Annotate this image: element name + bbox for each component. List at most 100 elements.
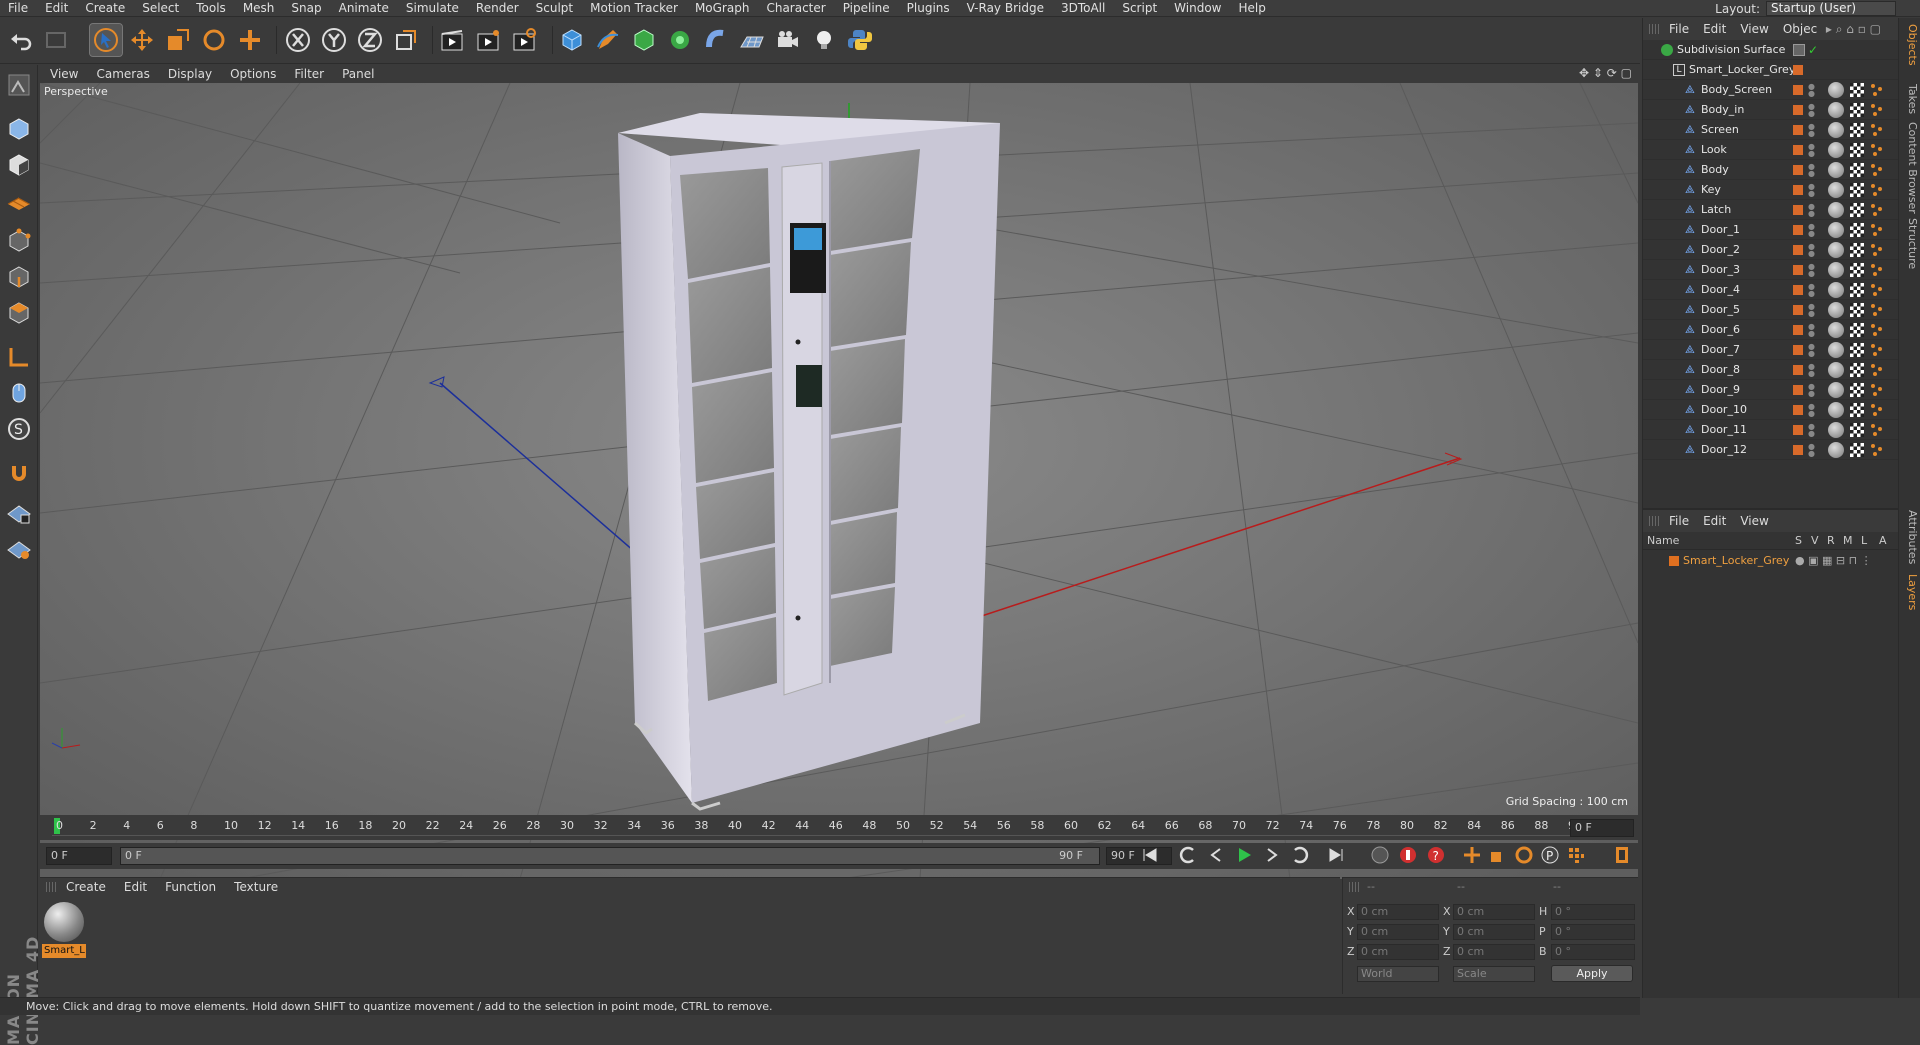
light-button[interactable] xyxy=(808,24,840,56)
tab-takes[interactable]: Takes xyxy=(1901,84,1919,114)
material-tag-icon[interactable] xyxy=(1828,222,1844,238)
object-row[interactable]: ⟁ Door_10 ● ● xyxy=(1643,400,1899,420)
menu-help[interactable]: Help xyxy=(1230,0,1274,17)
tab-objects[interactable]: Objects xyxy=(1901,24,1919,66)
y-axis-button[interactable] xyxy=(318,24,350,56)
layout-dropdown[interactable]: Startup (User) xyxy=(1766,1,1896,16)
visibility-dots-icon[interactable]: ● ● xyxy=(1808,363,1815,378)
texture-tag-icon[interactable] xyxy=(1850,303,1864,317)
axis-mode-button[interactable] xyxy=(3,341,35,373)
viewport-menu-options[interactable]: Options xyxy=(230,67,276,81)
key-position-button[interactable] xyxy=(1460,843,1484,867)
objects-menu-file[interactable]: File xyxy=(1669,22,1689,36)
polygons-mode-button[interactable] xyxy=(3,297,35,329)
visibility-dots-icon[interactable]: ● ● xyxy=(1808,343,1815,358)
viewport-nav-icons[interactable]: ✥ ⇕ ⟳ ▢ xyxy=(1579,66,1632,80)
redo-button[interactable] xyxy=(40,24,72,56)
material-tag-icon[interactable] xyxy=(1828,322,1844,338)
visibility-dots-icon[interactable]: ● ● xyxy=(1808,163,1815,178)
uvw-tag-icon[interactable] xyxy=(1870,363,1884,377)
render-to-picture-viewer-button[interactable] xyxy=(472,24,504,56)
visibility-dots-icon[interactable]: ● ● xyxy=(1808,323,1815,338)
menu-3dtoall[interactable]: 3DToAll xyxy=(1053,0,1114,17)
workplane-mode-button[interactable] xyxy=(3,185,35,217)
next-frame-button[interactable] xyxy=(1260,843,1284,867)
uvw-tag-icon[interactable] xyxy=(1870,203,1884,217)
object-row[interactable]: ⟁ Body_in ● ● xyxy=(1643,100,1899,120)
points-mode-button[interactable] xyxy=(3,225,35,257)
move-tool-button[interactable] xyxy=(126,24,158,56)
viewport-menu-view[interactable]: View xyxy=(50,67,78,81)
texture-tag-icon[interactable] xyxy=(1850,143,1864,157)
menu-render[interactable]: Render xyxy=(468,0,528,17)
pos-y-field[interactable]: 0 cm xyxy=(1357,924,1439,940)
object-row[interactable]: ⟁ Screen ● ● xyxy=(1643,120,1899,140)
visibility-dots-icon[interactable]: ● ● xyxy=(1808,123,1815,138)
object-row[interactable]: ⟁ Latch ● ● xyxy=(1643,200,1899,220)
object-row[interactable]: ⟁ Body_Screen ● ● xyxy=(1643,80,1899,100)
object-row[interactable]: ⟁ Door_5 ● ● xyxy=(1643,300,1899,320)
magnet-button[interactable] xyxy=(3,457,35,489)
key-parameter-button[interactable]: P xyxy=(1538,843,1562,867)
cloner-button[interactable] xyxy=(664,24,696,56)
select-tool-button[interactable] xyxy=(89,23,123,57)
tweak-mode-button[interactable] xyxy=(3,377,35,409)
object-row[interactable]: ⟁ Door_9 ● ● xyxy=(1643,380,1899,400)
material-tag-icon[interactable] xyxy=(1828,242,1844,258)
object-row[interactable]: ⟁ Door_12 ● ● xyxy=(1643,440,1899,460)
uvw-tag-icon[interactable] xyxy=(1870,103,1884,117)
texture-tag-icon[interactable] xyxy=(1850,363,1864,377)
layer-row[interactable]: Smart_Locker_Grey ● ▣ ▦ ⊟ ⊓ ⋮ xyxy=(1643,552,1899,570)
material-menu-texture[interactable]: Texture xyxy=(234,880,278,894)
visibility-dots-icon[interactable]: ● ● xyxy=(1808,383,1815,398)
cube-button[interactable] xyxy=(556,24,588,56)
autokey-button[interactable] xyxy=(1396,843,1420,867)
menu-tools[interactable]: Tools xyxy=(188,0,235,17)
material-swatch[interactable]: Smart_L xyxy=(42,902,86,958)
texture-tag-icon[interactable] xyxy=(1850,243,1864,257)
enabled-check-icon[interactable]: ✓ xyxy=(1808,40,1818,60)
layers-menu-file[interactable]: File xyxy=(1669,514,1689,528)
material-tag-icon[interactable] xyxy=(1828,282,1844,298)
menu-mograph[interactable]: MoGraph xyxy=(687,0,759,17)
timeline-track[interactable]: 0 2 4 6 8 10 12 14 16 18 20 22 24 26 28 30 32 34 36 38 40 42 4… xyxy=(52,818,1604,836)
object-row-subdivision-surface[interactable]: Subdivision Surface ✓ xyxy=(1643,40,1899,60)
object-row[interactable]: ⟁ Door_1 ● ● xyxy=(1643,220,1899,240)
uvw-tag-icon[interactable] xyxy=(1870,183,1884,197)
texture-tag-icon[interactable] xyxy=(1850,263,1864,277)
key-scale-button[interactable] xyxy=(1486,843,1510,867)
material-tag-icon[interactable] xyxy=(1828,122,1844,138)
rotate-tool-button[interactable] xyxy=(198,24,230,56)
key-pla-button[interactable] xyxy=(1564,843,1588,867)
uvw-tag-icon[interactable] xyxy=(1870,243,1884,257)
uvw-tag-icon[interactable] xyxy=(1870,303,1884,317)
material-tag-icon[interactable] xyxy=(1828,262,1844,278)
pen-spline-button[interactable] xyxy=(592,24,624,56)
coordinate-system-button[interactable] xyxy=(390,24,422,56)
visibility-dots-icon[interactable]: ● ● xyxy=(1808,83,1815,98)
object-row[interactable]: ⟁ Door_2 ● ● xyxy=(1643,240,1899,260)
uvw-tag-icon[interactable] xyxy=(1870,403,1884,417)
smart-locker-model[interactable] xyxy=(618,113,1000,811)
go-to-end-button[interactable] xyxy=(1324,843,1348,867)
object-row-smart-locker-grey[interactable]: L Smart_Locker_Grey xyxy=(1643,60,1899,80)
viewport-menu-cameras[interactable]: Cameras xyxy=(96,67,149,81)
object-row[interactable]: ⟁ Door_4 ● ● xyxy=(1643,280,1899,300)
key-rotation-button[interactable] xyxy=(1512,843,1536,867)
uvw-tag-icon[interactable] xyxy=(1870,143,1884,157)
edges-mode-button[interactable] xyxy=(3,261,35,293)
range-slider[interactable]: 0 F 90 F xyxy=(120,847,1100,865)
uvw-tag-icon[interactable] xyxy=(1870,223,1884,237)
visibility-dots-icon[interactable]: ● ● xyxy=(1808,203,1815,218)
tab-layers[interactable]: Layers xyxy=(1901,574,1919,610)
material-tag-icon[interactable] xyxy=(1828,182,1844,198)
object-row[interactable]: ⟁ Door_7 ● ● xyxy=(1643,340,1899,360)
menu-window[interactable]: Window xyxy=(1166,0,1230,17)
live-select-button[interactable] xyxy=(234,24,266,56)
visibility-dots-icon[interactable]: ● ● xyxy=(1808,423,1815,438)
material-tag-icon[interactable] xyxy=(1828,342,1844,358)
subdivision-surface-button[interactable] xyxy=(628,24,660,56)
z-axis-button[interactable] xyxy=(354,24,386,56)
object-row[interactable]: ⟁ Key ● ● xyxy=(1643,180,1899,200)
x-axis-button[interactable] xyxy=(282,24,314,56)
